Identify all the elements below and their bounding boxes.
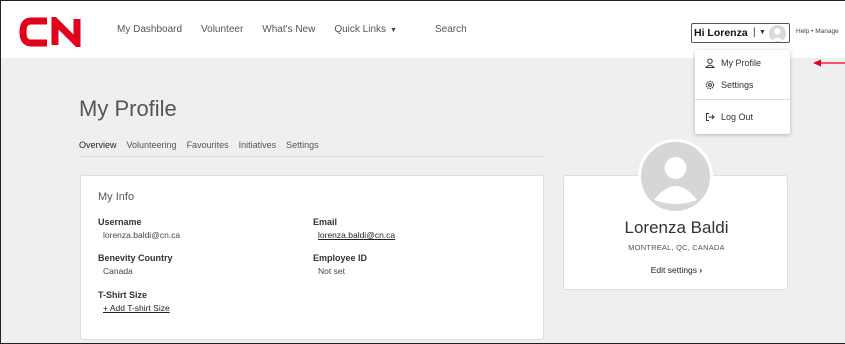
main-nav: My Dashboard Volunteer What's New Quick …: [117, 1, 486, 58]
my-info-card: My Info Username lorenza.baldi@cn.ca Ema…: [80, 175, 544, 340]
profile-tabs: Overview Volunteering Favourites Initiat…: [79, 140, 329, 157]
tabs-divider: [79, 156, 545, 157]
benevity-country-label: Benevity Country: [98, 253, 173, 263]
dropdown-item-log-out[interactable]: Log Out: [705, 112, 753, 122]
logout-icon: [706, 113, 715, 121]
edit-settings-label: Edit settings: [650, 265, 698, 275]
caret-down-icon: ▼: [759, 29, 766, 36]
benevity-country-value: Canada: [103, 266, 133, 276]
username-label: Username: [98, 217, 142, 227]
tab-settings[interactable]: Settings: [286, 140, 319, 157]
email-label: Email: [313, 217, 338, 227]
nav-volunteer[interactable]: Volunteer: [201, 24, 243, 35]
employee-id-value: Not set: [318, 266, 345, 276]
user-icon: [705, 58, 715, 68]
tab-overview[interactable]: Overview: [79, 140, 117, 157]
edit-settings-link[interactable]: Edit settings ›: [564, 265, 789, 275]
dropdown-item-my-profile[interactable]: My Profile: [705, 58, 761, 68]
annotation-arrow-icon: [813, 59, 845, 67]
tab-initiatives[interactable]: Initiatives: [239, 140, 277, 157]
profile-location: MONTREAL, QC, CANADA: [628, 243, 725, 252]
profile-avatar: [638, 139, 713, 214]
page-title: My Profile: [79, 96, 177, 121]
dropdown-item-settings[interactable]: Settings: [705, 80, 754, 90]
email-link[interactable]: lorenza.baldi@cn.ca: [318, 230, 395, 240]
tab-volunteering[interactable]: Volunteering: [127, 140, 177, 157]
avatar: [769, 25, 786, 42]
nav-my-dashboard[interactable]: My Dashboard: [117, 24, 182, 35]
user-silhouette-icon: [771, 28, 784, 41]
caret-down-icon: ▼: [390, 27, 397, 34]
dropdown-item-label: Settings: [721, 80, 754, 90]
gear-icon: [705, 80, 715, 90]
username-value: lorenza.baldi@cn.ca: [103, 230, 181, 240]
user-silhouette-icon: [654, 157, 697, 204]
dropdown-item-label: My Profile: [721, 58, 762, 68]
dropdown-item-label: Log Out: [721, 112, 754, 122]
user-menu-separator: |: [753, 27, 756, 38]
dropdown-divider: [695, 99, 790, 100]
add-tshirt-size-link[interactable]: + Add T-shirt Size: [103, 303, 170, 313]
nav-search[interactable]: Search: [435, 24, 467, 35]
card-title: My Info: [98, 191, 135, 203]
user-greeting: Hi Lorenza: [694, 27, 748, 39]
user-menu-toggle[interactable]: Hi Lorenza | ▼: [691, 23, 790, 43]
tshirt-size-label: T-Shirt Size: [98, 290, 148, 300]
employee-id-label: Employee ID: [313, 253, 368, 263]
help-manage-links[interactable]: Help • Manage: [796, 28, 839, 35]
app-window: My Dashboard Volunteer What's New Quick …: [0, 0, 845, 344]
nav-quick-links-label: Quick Links: [334, 24, 387, 35]
nav-whats-new[interactable]: What's New: [262, 24, 315, 35]
nav-quick-links[interactable]: Quick Links ▼: [334, 24, 416, 35]
user-dropdown-menu: My Profile Settings Log Out: [695, 50, 790, 134]
tab-favourites[interactable]: Favourites: [187, 140, 229, 157]
chevron-right-icon: ›: [699, 265, 703, 275]
profile-name: Lorenza Baldi: [624, 218, 729, 237]
cn-logo[interactable]: [19, 17, 95, 47]
